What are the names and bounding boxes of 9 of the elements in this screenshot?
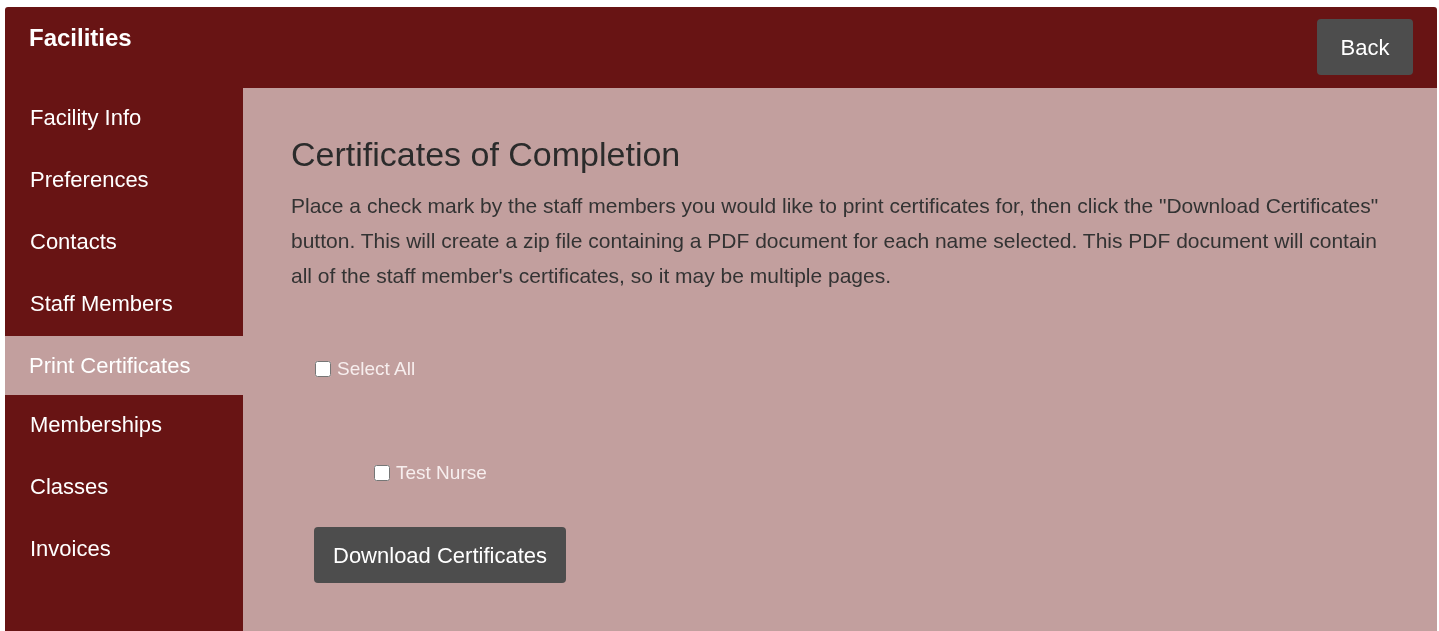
select-all-checkbox[interactable] [315,361,331,378]
download-certificates-button[interactable]: Download Certificates [314,527,566,583]
staff-checkbox[interactable] [374,464,390,481]
checkbox-label: Select All [337,357,416,381]
page-title: Facilities [29,23,132,53]
instructions-text: Place a check mark by the staff members you would like to print certificates for, then click the "Download Certificates" button. This will create a zip file containing a PDF document for each name selected. This PDF document will contain all of the staff member's certificates, so it may be multiple pages. [291,193,1380,289]
checkbox-label: Test Nurse [396,460,487,485]
back-button[interactable]: Back [1317,19,1413,75]
section-heading: Certificates of Completion [291,134,682,175]
